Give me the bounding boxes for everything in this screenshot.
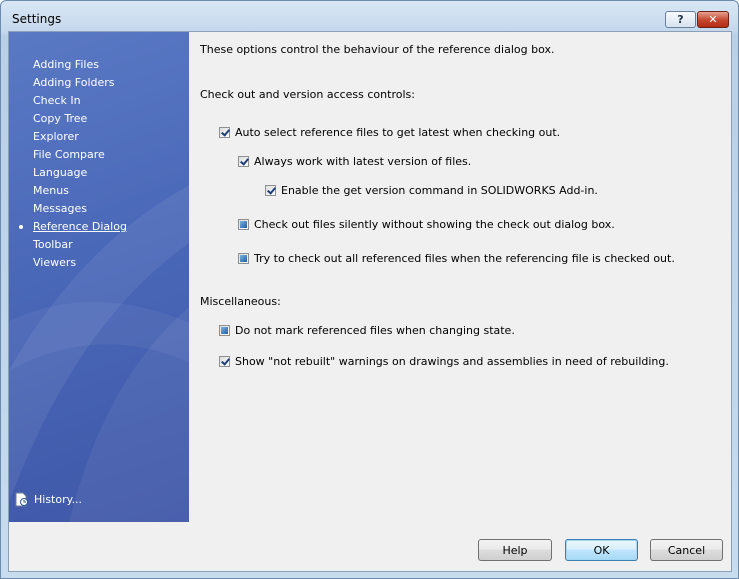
history-document-icon (15, 492, 28, 507)
sidebar-item-language[interactable]: Language (33, 164, 127, 182)
history-label: History... (34, 493, 83, 506)
sidebar-item-label: Copy Tree (33, 112, 88, 125)
option-label: Always work with latest version of files… (254, 155, 472, 168)
ok-button[interactable]: OK (565, 539, 638, 561)
sidebar-item-viewers[interactable]: Viewers (33, 254, 127, 272)
option-label: Auto select reference files to get lates… (235, 126, 561, 139)
sidebar-item-label: Reference Dialog (33, 220, 127, 233)
sidebar-item-label: Viewers (33, 256, 77, 269)
sidebar-item-menus[interactable]: Menus (33, 182, 127, 200)
checkbox-checked[interactable] (219, 127, 230, 138)
sidebar-item-label: Language (33, 166, 88, 179)
description-text: These options control the behaviour of t… (200, 43, 555, 56)
option-enable-get-version-command[interactable]: Enable the get version command in SOLIDW… (265, 184, 598, 197)
checkbox-checked[interactable] (219, 356, 230, 367)
sidebar-item-label: Adding Files (33, 58, 99, 71)
sidebar-item-toolbar[interactable]: Toolbar (33, 236, 127, 254)
sidebar-item-label: Messages (33, 202, 87, 215)
selected-bullet-icon (19, 225, 23, 229)
window-title: Settings (12, 12, 62, 26)
sidebar-item-reference-dialog[interactable]: Reference Dialog (19, 218, 127, 236)
checkbox-indeterminate[interactable] (219, 325, 230, 336)
dialog-footer: Help OK Cancel (9, 522, 731, 571)
sidebar-item-label: Adding Folders (33, 76, 115, 89)
sidebar-item-label: File Compare (33, 148, 105, 161)
option-do-not-mark-referenced[interactable]: Do not mark referenced files when changi… (219, 324, 515, 337)
checkbox-indeterminate[interactable] (238, 253, 249, 264)
sidebar-item-label: Menus (33, 184, 69, 197)
sidebar-item-copy-tree[interactable]: Copy Tree (33, 110, 127, 128)
title-help-button[interactable]: ? (665, 11, 696, 28)
history-link[interactable]: History... (15, 492, 82, 507)
sidebar-item-label: Check In (33, 94, 81, 107)
option-check-out-all-referenced[interactable]: Try to check out all referenced files wh… (238, 252, 675, 265)
title-bar[interactable]: Settings ? ✕ (1, 1, 738, 35)
option-check-out-silently[interactable]: Check out files silently without showing… (238, 218, 615, 231)
option-label: Do not mark referenced files when changi… (235, 324, 515, 337)
reference-dialog-options-panel: These options control the behaviour of t… (189, 32, 731, 522)
sidebar-item-check-in[interactable]: Check In (33, 92, 127, 110)
option-label: Check out files silently without showing… (254, 218, 615, 231)
option-label: Show "not rebuilt" warnings on drawings … (235, 355, 669, 368)
option-auto-select-reference-files[interactable]: Auto select reference files to get lates… (219, 126, 560, 139)
sidebar-item-label: Toolbar (33, 238, 73, 251)
checkbox-indeterminate[interactable] (238, 219, 249, 230)
settings-window: Settings ? ✕ Adding Files Adding Folders… (0, 0, 739, 579)
close-icon: ✕ (708, 13, 718, 26)
section-heading-miscellaneous: Miscellaneous: (200, 295, 281, 308)
section-heading-version-access: Check out and version access controls: (200, 88, 415, 101)
dialog-client: Adding Files Adding Folders Check In Cop… (8, 31, 732, 572)
sidebar-item-label: Explorer (33, 130, 79, 143)
close-button[interactable]: ✕ (697, 11, 729, 28)
option-label: Try to check out all referenced files wh… (254, 252, 675, 265)
option-label: Enable the get version command in SOLIDW… (281, 184, 598, 197)
option-always-latest-version[interactable]: Always work with latest version of files… (238, 155, 471, 168)
settings-sidebar: Adding Files Adding Folders Check In Cop… (9, 32, 189, 522)
sidebar-item-messages[interactable]: Messages (33, 200, 127, 218)
sidebar-item-file-compare[interactable]: File Compare (33, 146, 127, 164)
checkbox-checked[interactable] (265, 185, 276, 196)
checkbox-checked[interactable] (238, 156, 249, 167)
sidebar-nav-list: Adding Files Adding Folders Check In Cop… (19, 56, 127, 272)
sidebar-item-explorer[interactable]: Explorer (33, 128, 127, 146)
sidebar-item-adding-folders[interactable]: Adding Folders (33, 74, 127, 92)
cancel-button[interactable]: Cancel (650, 539, 723, 561)
help-button[interactable]: Help (478, 539, 552, 561)
sidebar-item-adding-files[interactable]: Adding Files (33, 56, 127, 74)
option-show-not-rebuilt-warnings[interactable]: Show "not rebuilt" warnings on drawings … (219, 355, 669, 368)
